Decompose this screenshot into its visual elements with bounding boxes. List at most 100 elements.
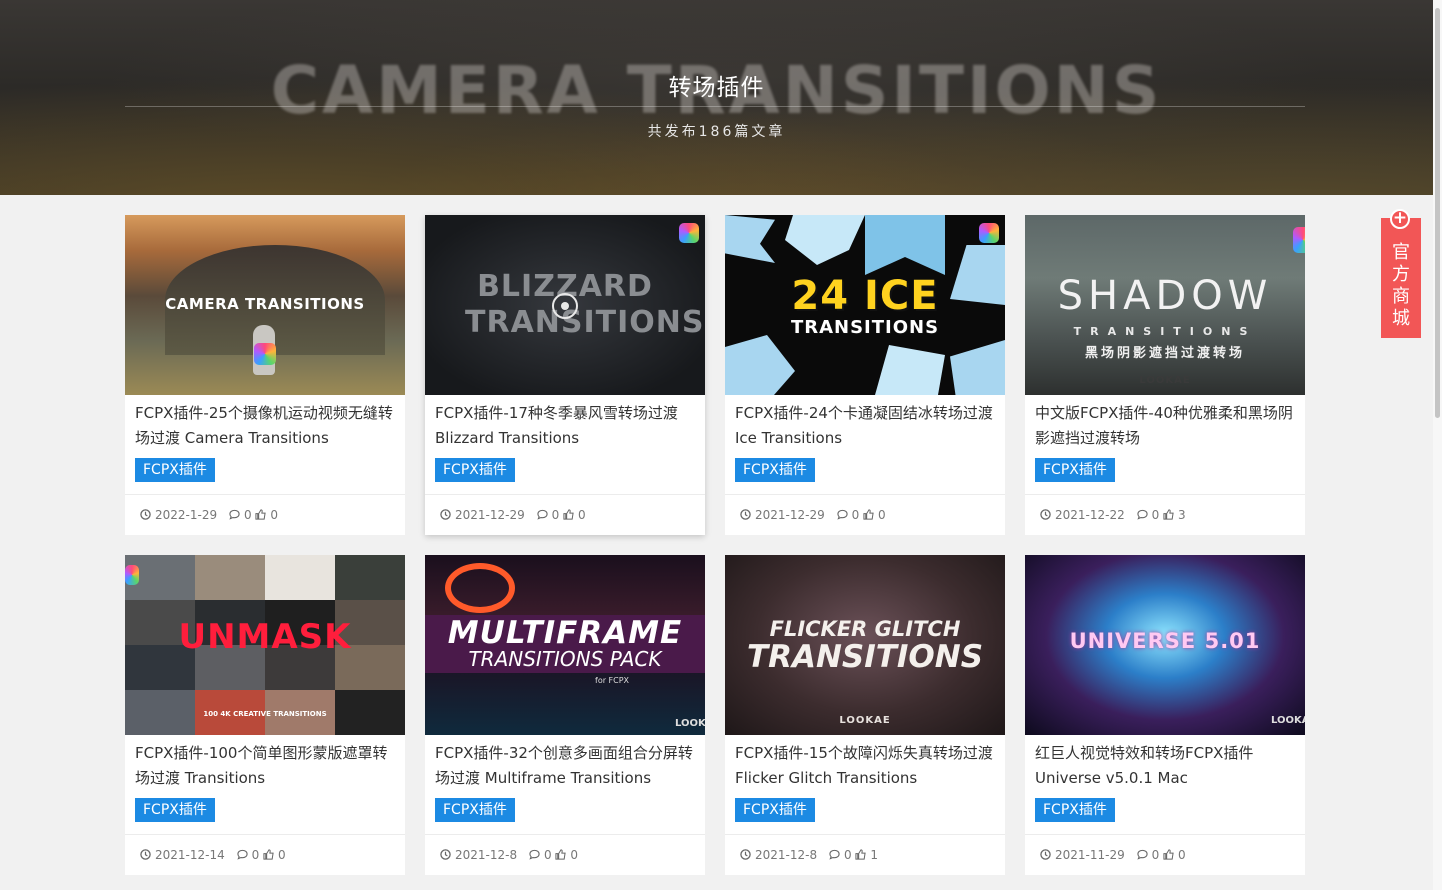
post-date: 2021-12-8 xyxy=(755,848,818,862)
comment-icon xyxy=(836,509,848,520)
post-card[interactable]: BLIZZARD TRANSITIONS FCPX插件-17种冬季暴风雪转场过渡… xyxy=(425,215,705,535)
comment-count: 0 xyxy=(243,508,252,522)
thumbnail-caption: SHADOW xyxy=(1057,273,1273,319)
thumbs-up-icon[interactable] xyxy=(863,509,874,520)
category-tag[interactable]: FCPX插件 xyxy=(435,798,515,822)
comment-icon xyxy=(529,849,540,860)
comment-icon xyxy=(1136,849,1148,860)
thumbs-up-icon[interactable] xyxy=(255,509,267,520)
category-tag[interactable]: FCPX插件 xyxy=(1035,458,1115,482)
post-card[interactable]: MULTIFRAME TRANSITIONS PACK for FCPX LOO… xyxy=(425,555,705,875)
like-count: 0 xyxy=(1178,848,1186,862)
post-thumbnail[interactable]: CAMERA TRANSITIONS xyxy=(125,215,405,395)
comment-icon xyxy=(236,849,248,860)
page-scrollbar[interactable] xyxy=(1433,0,1442,890)
official-shop-button[interactable]: + 官方商城 xyxy=(1381,209,1421,338)
post-title-link[interactable]: FCPX插件-17种冬季暴风雪转场过渡 Blizzard Transitions xyxy=(435,401,697,453)
category-tag[interactable]: FCPX插件 xyxy=(435,458,515,482)
banner-divider xyxy=(125,106,1305,107)
comment-count: 0 xyxy=(1151,508,1160,522)
category-tag[interactable]: FCPX插件 xyxy=(735,798,815,822)
post-title-link[interactable]: 中文版FCPX插件-40种优雅柔和黑场阴影遮挡过渡转场 xyxy=(1035,401,1297,453)
post-title-link[interactable]: 红巨人视觉特效和转场FCPX插件 Universe v5.0.1 Mac xyxy=(1035,741,1297,793)
watermark-text: LOOKAE xyxy=(1139,375,1191,386)
like-count: 0 xyxy=(878,508,886,522)
post-meta: 2022-1-29 0 0 xyxy=(125,494,405,535)
post-date: 2021-12-29 xyxy=(755,508,825,522)
like-count: 0 xyxy=(278,848,286,862)
thumbs-up-icon[interactable] xyxy=(1163,849,1174,860)
post-thumbnail[interactable]: SHADOW TRANSITIONS 黑场阴影遮挡过渡转场 LOOKAE xyxy=(1025,215,1305,395)
like-count: 0 xyxy=(270,508,279,522)
thumbnail-subcaption: TRANSITIONS xyxy=(1073,325,1257,338)
post-date: 2021-12-29 xyxy=(455,508,525,522)
page-title: 转场插件 xyxy=(668,75,765,101)
scrollbar-thumb[interactable] xyxy=(1435,8,1440,418)
post-meta: 2021-12-29 0 0 xyxy=(425,494,705,535)
post-title-link[interactable]: FCPX插件-25个摄像机运动视频无缝转场过渡 Camera Transitio… xyxy=(135,401,397,453)
category-tag[interactable]: FCPX插件 xyxy=(135,458,215,482)
post-card[interactable]: FLICKER GLITCH TRANSITIONS LOOKAE FCPX插件… xyxy=(725,555,1005,875)
thumbs-up-icon[interactable] xyxy=(555,849,567,860)
post-date: 2021-11-29 xyxy=(1055,848,1125,862)
thumbnail-caption: FLICKER GLITCH xyxy=(769,617,961,641)
category-tag[interactable]: FCPX插件 xyxy=(135,798,215,822)
category-tag[interactable]: FCPX插件 xyxy=(1035,798,1115,822)
comment-icon xyxy=(536,509,548,520)
post-meta: 2021-12-8 0 0 xyxy=(425,834,705,875)
comment-count: 0 xyxy=(843,848,852,862)
thumbnail-subcaption: TRANSITIONS xyxy=(746,639,984,675)
post-thumbnail[interactable]: UNIVERSE 5.01 LOOKA xyxy=(1025,555,1305,735)
thumbnail-caption: MULTIFRAME xyxy=(447,615,683,651)
post-card[interactable]: UNMASK 100 4K CREATIVE TRANSITIONS FCPX插… xyxy=(125,555,405,875)
clock-icon xyxy=(1040,509,1051,520)
thumbnail-subcaption: TRANSITIONS PACK xyxy=(468,647,662,671)
fcpx-logo-icon xyxy=(1293,227,1305,253)
post-date: 2021-12-22 xyxy=(1055,508,1125,522)
comment-icon xyxy=(229,509,240,520)
comment-count: 0 xyxy=(251,848,260,862)
comment-icon xyxy=(1136,509,1148,520)
fcpx-logo-icon xyxy=(254,343,276,365)
post-title-link[interactable]: FCPX插件-100个简单图形蒙版遮罩转场过渡 Transitions xyxy=(135,741,397,793)
post-meta: 2021-12-29 0 0 xyxy=(725,494,1005,535)
thumbs-up-icon[interactable] xyxy=(563,509,574,520)
post-card[interactable]: SHADOW TRANSITIONS 黑场阴影遮挡过渡转场 LOOKAE 中文版… xyxy=(1025,215,1305,535)
thumbnail-tagline: for FCPX xyxy=(595,676,630,685)
post-date: 2022-1-29 xyxy=(155,508,218,522)
thumbs-up-icon[interactable] xyxy=(263,849,274,860)
like-count: 0 xyxy=(570,848,579,862)
like-count: 0 xyxy=(578,508,586,522)
post-card[interactable]: CAMERA TRANSITIONS FCPX插件-25个摄像机运动视频无缝转场… xyxy=(125,215,405,535)
clock-icon xyxy=(140,849,151,860)
post-thumbnail[interactable]: MULTIFRAME TRANSITIONS PACK for FCPX LOO… xyxy=(425,555,705,735)
like-count: 3 xyxy=(1178,508,1186,522)
comment-icon xyxy=(829,849,840,860)
fcpx-logo-icon xyxy=(125,565,139,585)
post-date: 2021-12-8 xyxy=(455,848,518,862)
post-thumbnail[interactable]: UNMASK 100 4K CREATIVE TRANSITIONS xyxy=(125,555,405,735)
fcpx-logo-icon xyxy=(679,223,699,243)
post-title-link[interactable]: FCPX插件-24个卡通凝固结冰转场过渡 Ice Transitions xyxy=(735,401,997,453)
category-tag[interactable]: FCPX插件 xyxy=(735,458,815,482)
post-meta: 2021-12-14 0 0 xyxy=(125,834,405,875)
post-card[interactable]: UNIVERSE 5.01 LOOKA 红巨人视觉特效和转场FCPX插件 Uni… xyxy=(1025,555,1305,875)
thumbs-up-icon[interactable] xyxy=(1163,509,1174,520)
plus-icon: + xyxy=(1390,209,1410,229)
post-thumbnail[interactable]: 24 ICE TRANSITIONS xyxy=(725,215,1005,395)
thumbs-up-icon[interactable] xyxy=(855,849,867,860)
post-thumbnail[interactable]: BLIZZARD TRANSITIONS xyxy=(425,215,705,395)
post-card[interactable]: 24 ICE TRANSITIONS FCPX插件-24个卡通凝固结冰转场过渡 … xyxy=(725,215,1005,535)
watermark-text: LOOKAE xyxy=(839,715,891,726)
category-banner: CAMERA TRANSITIONS 转场插件 共发布186篇文章 xyxy=(0,0,1433,195)
watermark-text: LOOK xyxy=(675,718,705,729)
official-shop-label: 官方商城 xyxy=(1392,242,1410,329)
clock-icon xyxy=(440,509,451,520)
post-title-link[interactable]: FCPX插件-32个创意多画面组合分屏转场过渡 Multiframe Trans… xyxy=(435,741,697,793)
post-meta: 2021-12-8 0 1 xyxy=(725,834,1005,875)
thumbnail-caption: UNMASK xyxy=(178,617,352,657)
post-title-link[interactable]: FCPX插件-15个故障闪烁失真转场过渡 Flicker Glitch Tran… xyxy=(735,741,997,793)
watermark-text: LOOKA xyxy=(1271,715,1305,726)
post-thumbnail[interactable]: FLICKER GLITCH TRANSITIONS LOOKAE xyxy=(725,555,1005,735)
comment-count: 0 xyxy=(851,508,860,522)
